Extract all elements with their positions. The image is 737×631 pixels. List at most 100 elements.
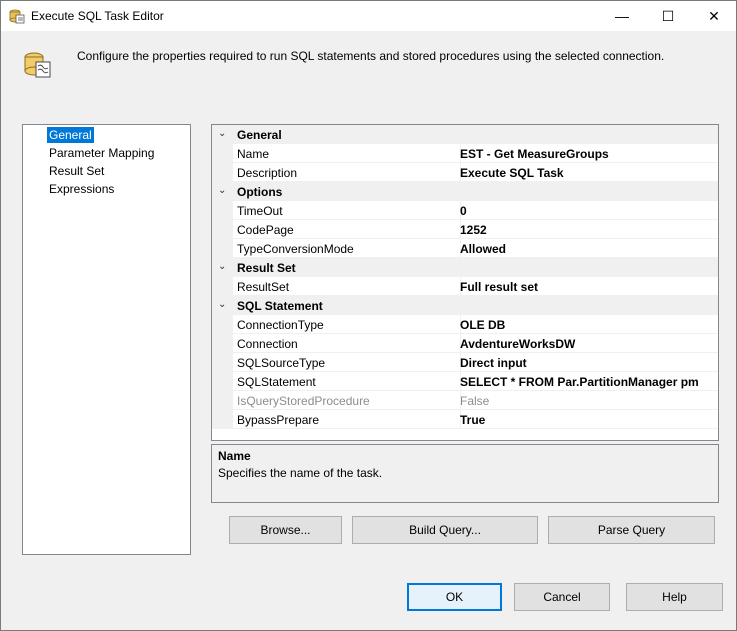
row-gutter [212,353,233,372]
parse-query-button[interactable]: Parse Query [548,516,715,544]
property-value-cell[interactable]: 0 [460,201,718,220]
browse-button[interactable]: Browse... [229,516,342,544]
row-gutter [212,239,233,258]
close-icon: ✕ [708,7,720,24]
build-query-button[interactable]: Build Query... [352,516,538,544]
property-value-cell[interactable]: True [460,410,718,429]
property-value: EST - Get MeasureGroups [460,147,609,161]
property-value: 0 [460,204,467,218]
cancel-button[interactable]: Cancel [514,583,610,611]
nav-item-expressions[interactable]: Expressions [47,181,116,197]
chevron-down-icon[interactable]: ⌄ [218,185,226,196]
property-value-cell[interactable]: AvdentureWorksDW [460,334,718,353]
property-row-connectiontype[interactable]: ConnectionType OLE DB [212,315,718,334]
property-row-isquerystoredprocedure: IsQueryStoredProcedure False [212,391,718,410]
category-result-set[interactable]: ⌄ Result Set [212,258,718,277]
property-row-bypassprepare[interactable]: BypassPrepare True [212,410,718,429]
property-value: Allowed [460,242,507,256]
property-value-cell: False [460,391,718,410]
property-value-cell[interactable]: Allowed [460,239,718,258]
property-name: CodePage [237,223,294,237]
sql-task-icon [23,49,53,79]
property-row-codepage[interactable]: CodePage 1252 [212,220,718,239]
property-value-cell[interactable]: 1252 [460,220,718,239]
property-value: OLE DB [460,318,506,332]
property-row-connection[interactable]: Connection AvdentureWorksDW [212,334,718,353]
property-name: SQLSourceType [237,356,326,370]
property-name: ResultSet [237,280,290,294]
dialog-header: Configure the properties required to run… [1,31,736,109]
close-button[interactable]: ✕ [691,1,737,31]
row-gutter [212,201,233,220]
property-value-cell[interactable]: Full result set [460,277,718,296]
property-name: Connection [237,337,298,351]
chevron-down-icon[interactable]: ⌄ [218,299,226,310]
property-description-panel: Name Specifies the name of the task. [211,444,719,503]
help-button[interactable]: Help [626,583,723,611]
title-bar[interactable]: Execute SQL Task Editor — ☐ ✕ [1,1,736,31]
dialog-window: Execute SQL Task Editor — ☐ ✕ Configure … [0,0,737,631]
property-name: TypeConversionMode [237,242,354,256]
row-gutter [212,372,233,391]
page-nav-list: General Parameter Mapping Result Set Exp… [22,124,191,555]
row-gutter [212,315,233,334]
row-gutter [212,334,233,353]
nav-item-result-set[interactable]: Result Set [47,163,106,179]
property-row-sqlsourcetype[interactable]: SQLSourceType Direct input [212,353,718,372]
property-name: Description [237,166,298,180]
description-text: Specifies the name of the task. [218,466,383,480]
category-label: SQL Statement [237,299,323,313]
property-value: Direct input [460,356,527,370]
category-sql-statement[interactable]: ⌄ SQL Statement [212,296,718,315]
property-row-sqlstatement[interactable]: SQLStatement SELECT * FROM Par.Partition… [212,372,718,391]
property-name: TimeOut [237,204,283,218]
property-value: Execute SQL Task [460,166,564,180]
category-general[interactable]: ⌄ General [212,125,718,144]
ssis-task-icon [9,8,25,24]
maximize-button[interactable]: ☐ [645,1,691,31]
property-row-resultset[interactable]: ResultSet Full result set [212,277,718,296]
property-name: IsQueryStoredProcedure [237,394,370,408]
window-title: Execute SQL Task Editor [31,9,164,23]
minimize-icon: — [615,8,629,24]
property-value: Full result set [460,280,539,294]
row-gutter [212,391,233,410]
description-title: Name [218,449,251,463]
chevron-down-icon[interactable]: ⌄ [218,128,226,139]
property-name: ConnectionType [237,318,324,332]
property-value: 1252 [460,223,487,237]
minimize-button[interactable]: — [599,1,645,31]
maximize-icon: ☐ [661,7,675,24]
row-gutter [212,220,233,239]
property-row-name[interactable]: Name EST - Get MeasureGroups [212,144,718,163]
property-name: SQLStatement [237,375,316,389]
property-row-description[interactable]: Description Execute SQL Task [212,163,718,182]
category-options[interactable]: ⌄ Options [212,182,718,201]
category-label: Result Set [237,261,296,275]
property-value: True [460,413,486,427]
property-name: Name [237,147,270,161]
property-value-cell[interactable]: EST - Get MeasureGroups [460,144,718,163]
nav-item-general[interactable]: General [47,127,94,143]
property-value-cell[interactable]: Direct input [460,353,718,372]
ok-button[interactable]: OK [407,583,502,611]
category-label: General [237,128,282,142]
property-value-cell[interactable]: SELECT * FROM Par.PartitionManager pm [460,372,718,391]
property-value-cell[interactable]: OLE DB [460,315,718,334]
category-label: Options [237,185,283,199]
property-value: SELECT * FROM Par.PartitionManager pm [460,375,699,389]
property-name: BypassPrepare [237,413,320,427]
nav-item-parameter-mapping[interactable]: Parameter Mapping [47,145,156,161]
property-value: AvdentureWorksDW [460,337,576,351]
property-row-typeconversionmode[interactable]: TypeConversionMode Allowed [212,239,718,258]
property-row-timeout[interactable]: TimeOut 0 [212,201,718,220]
row-gutter [212,277,233,296]
row-gutter [212,144,233,163]
property-value-cell[interactable]: Execute SQL Task [460,163,718,182]
header-description: Configure the properties required to run… [77,49,665,63]
property-value: False [460,394,490,408]
row-gutter [212,410,233,429]
row-gutter [212,163,233,182]
chevron-down-icon[interactable]: ⌄ [218,261,226,272]
property-grid: ⌄ General Name EST - Get MeasureGroups D… [211,124,719,441]
